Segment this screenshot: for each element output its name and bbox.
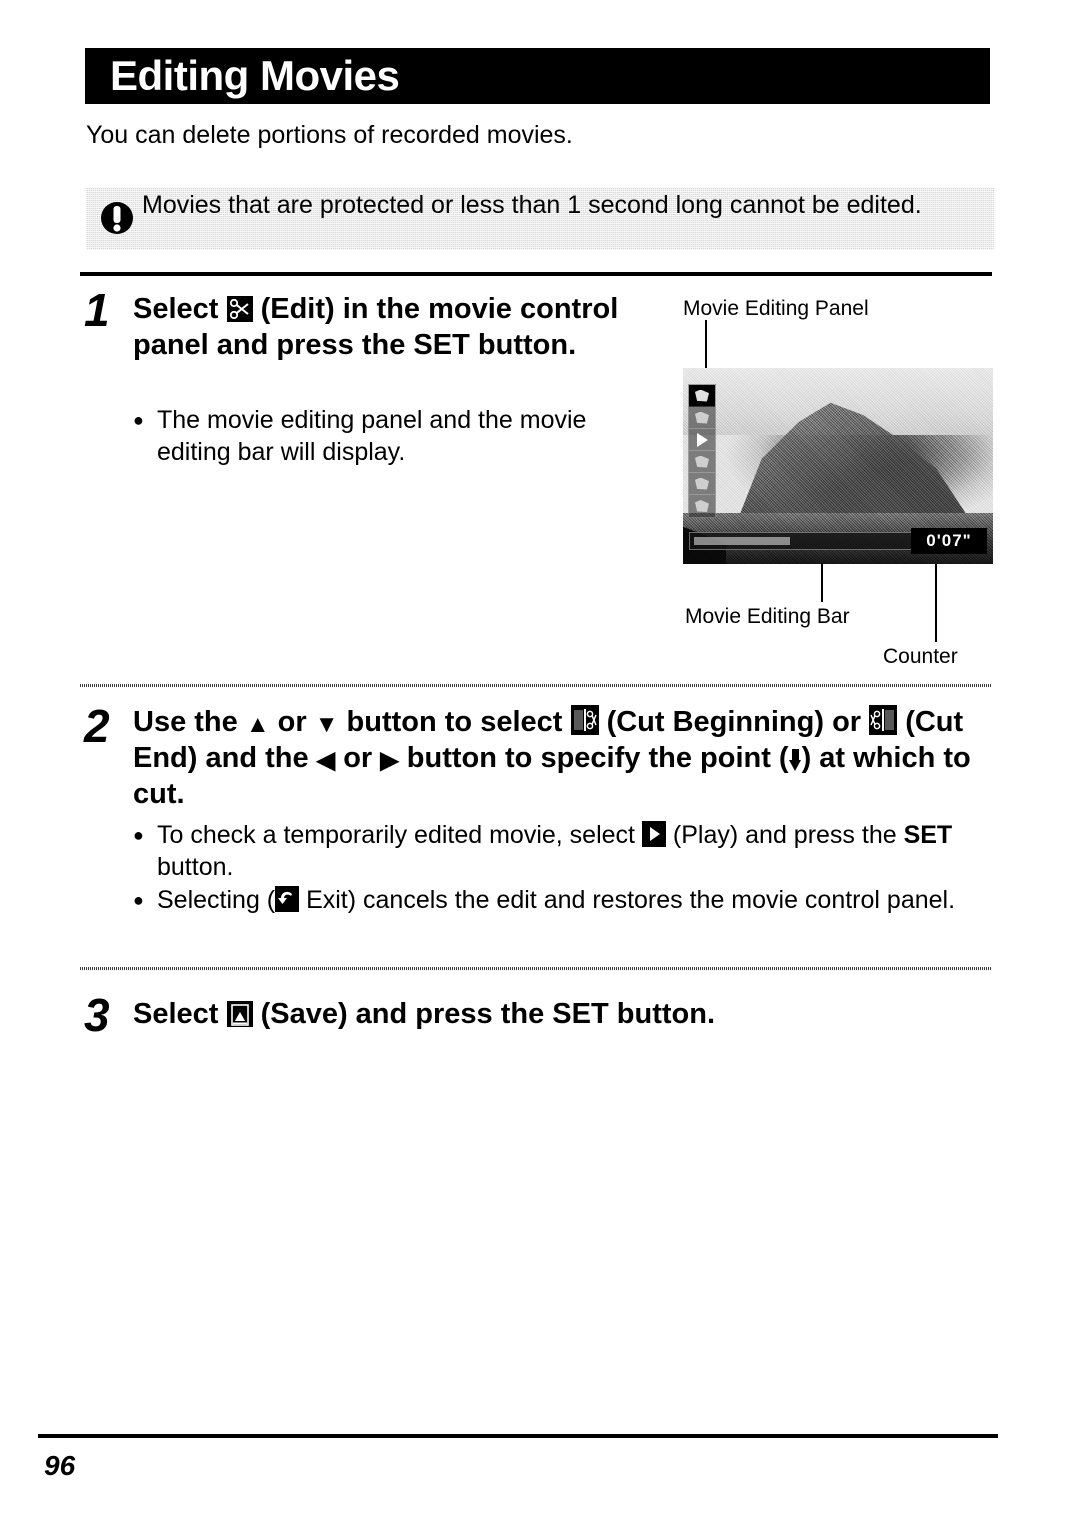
- callout-movie-editing-bar: Movie Editing Bar: [685, 605, 850, 628]
- section-divider-step3: [80, 967, 992, 970]
- counter-display: 0'07": [911, 528, 987, 554]
- callout-counter: Counter: [883, 645, 958, 668]
- panel-item-play[interactable]: [689, 429, 715, 451]
- bullet-1-part-3: button.: [157, 852, 234, 881]
- section-divider-step2: [80, 684, 992, 687]
- step-2-head-part-6: or: [343, 741, 373, 774]
- down-marker-icon: [788, 748, 802, 771]
- arrow-up-icon: ▲: [245, 711, 270, 738]
- lcd-figure: Movie Editing Panel 0'07" Movie Editing …: [683, 297, 995, 667]
- step-2-head-part-3: button to select: [346, 706, 563, 738]
- photo-sky: [683, 368, 993, 435]
- intro-paragraph: You can delete portions of recorded movi…: [86, 121, 573, 149]
- arrow-right-icon: ▶: [380, 746, 399, 774]
- movie-editing-panel[interactable]: [688, 384, 716, 518]
- step-2-head-part-1: Use the: [133, 706, 238, 738]
- arrow-left-icon: ◀: [316, 746, 336, 774]
- panel-item-exit[interactable]: [689, 473, 715, 495]
- note-text: Movies that are protected or less than 1…: [142, 191, 922, 219]
- scissors-edit-icon: [226, 296, 253, 322]
- cut-beginning-icon: [695, 389, 709, 402]
- save-icon: [695, 455, 709, 468]
- section-divider-top: [80, 272, 992, 276]
- step-1-set-label: SET: [413, 328, 470, 361]
- step-3-head-part-2: (Save) and press the: [260, 998, 545, 1030]
- exit-icon: [275, 886, 300, 912]
- movie-editing-bar[interactable]: [689, 532, 921, 550]
- step-3-heading: Select (Save) and press the SET button.: [133, 997, 933, 1033]
- step-2-head-part-7: button to specify the point (: [406, 741, 789, 774]
- panel-item-cut-beginning[interactable]: [689, 385, 715, 407]
- panel-item-save[interactable]: [689, 451, 715, 473]
- play-icon: [641, 821, 666, 847]
- section-header-bar: Editing Movies: [85, 48, 990, 104]
- cut-end-icon: [869, 705, 898, 735]
- step-2-head-part-2: or: [277, 706, 307, 738]
- step-1-head-part-3: button.: [477, 328, 577, 361]
- page-title: Editing Movies: [110, 52, 400, 99]
- step-2-heading: Use the ▲ or ▼ button to select (Cut Beg…: [133, 705, 998, 813]
- bullet-1-part-1: To check a temporarily edited movie, sel…: [157, 821, 635, 849]
- bullet-2-part-2: Exit) cancels the edit and restores the …: [306, 886, 956, 914]
- page-number: 96: [44, 1450, 76, 1481]
- cut-end-icon: [695, 411, 709, 424]
- exit-icon: [695, 477, 709, 490]
- list-item: To check a temporarily edited movie, sel…: [133, 820, 1003, 883]
- callout-movie-editing-panel: Movie Editing Panel: [683, 297, 869, 320]
- manual-page: Editing Movies You can delete portions o…: [0, 0, 1080, 1534]
- step-1-body: The movie editing panel and the movie ed…: [133, 405, 663, 470]
- leader-line-bar: [821, 564, 823, 602]
- step-2-body: To check a temporarily edited movie, sel…: [133, 820, 1003, 919]
- camera-lcd-screen: 0'07": [683, 368, 993, 564]
- cut-beginning-icon: [570, 705, 599, 735]
- step-number-3: 3: [84, 989, 110, 1041]
- step-number-1: 1: [84, 284, 110, 336]
- play-icon: [696, 432, 708, 447]
- save-icon: [226, 1001, 253, 1027]
- step-3-set-label: SET: [552, 998, 609, 1030]
- step-number-2: 2: [84, 700, 110, 752]
- photo-subject: [738, 402, 969, 517]
- footer-divider: [38, 1434, 998, 1438]
- step-1-heading: Select (Edit) in the movie control panel…: [133, 292, 668, 364]
- panel-item-cut-end[interactable]: [689, 407, 715, 429]
- step-3-head-part-1: Select: [133, 998, 219, 1030]
- bullet-1-set-label: SET: [903, 821, 953, 849]
- note-box: Movies that are protected or less than 1…: [86, 188, 994, 250]
- panel-item-extra[interactable]: [689, 495, 715, 517]
- list-item: The movie editing panel and the movie ed…: [133, 405, 663, 468]
- leader-line-counter: [935, 564, 937, 642]
- bullet-2-part-1: Selecting (: [157, 886, 276, 914]
- arrow-down-icon: ▼: [314, 711, 339, 738]
- step-3-head-part-3: button.: [616, 998, 715, 1030]
- list-item: Selecting ( Exit) cancels the edit and r…: [133, 885, 1003, 917]
- leader-line-panel: [705, 320, 707, 368]
- bullet-1-part-2: (Play) and press the: [672, 821, 897, 849]
- extra-icon: [695, 500, 709, 512]
- step-2-head-part-4: (Cut Beginning) or: [606, 706, 862, 738]
- exclamation-circle-icon: [101, 202, 133, 234]
- step-1-head-part-1: Select: [133, 293, 219, 325]
